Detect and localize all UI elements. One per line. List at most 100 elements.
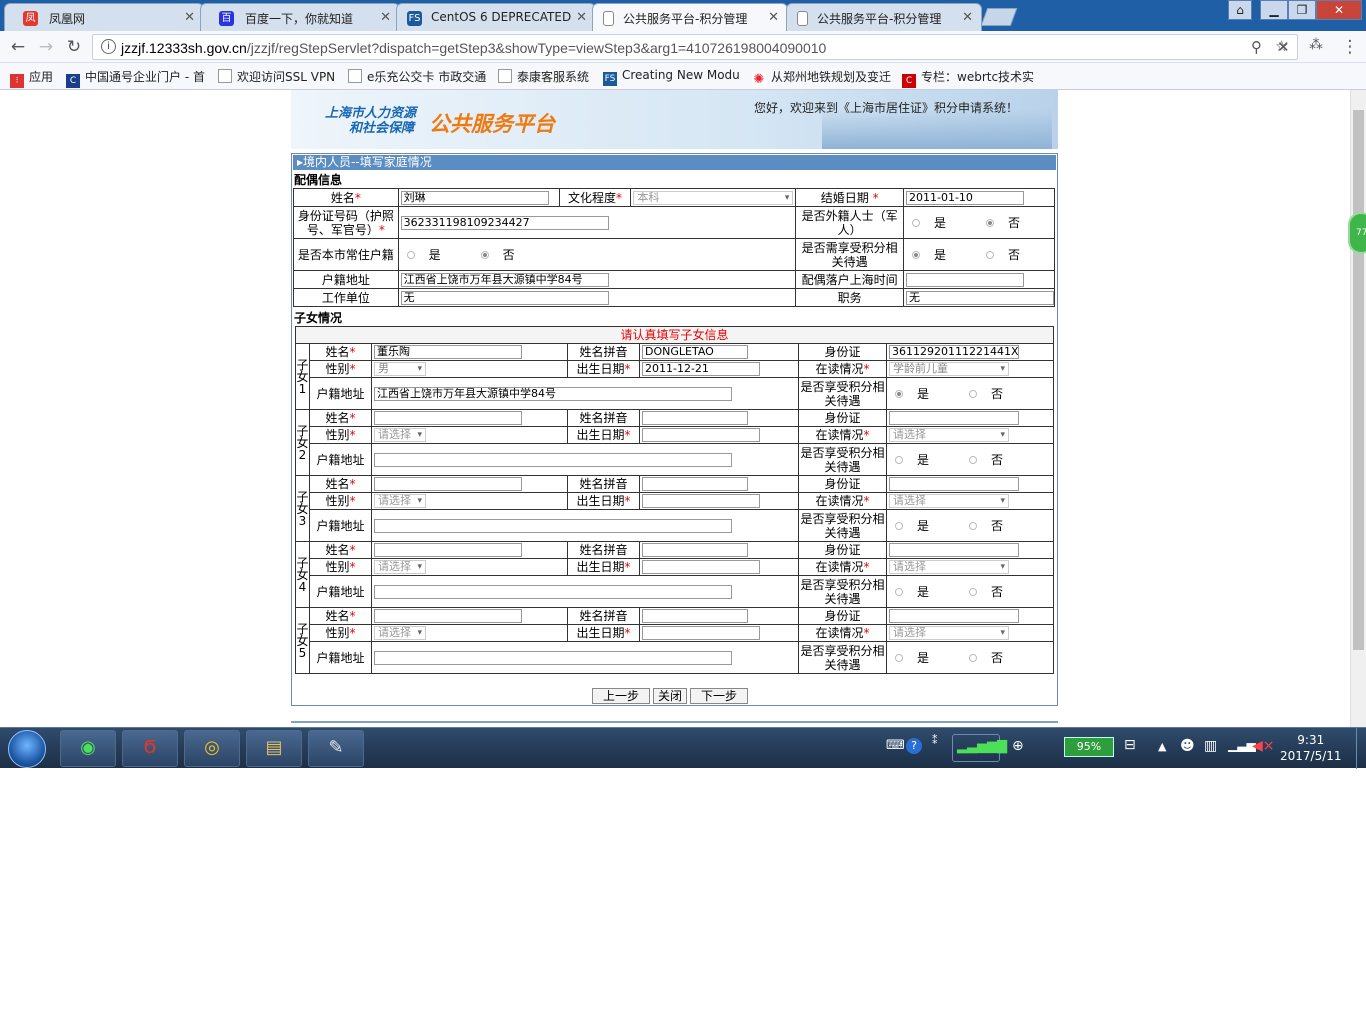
- child-benefit-yes-radio[interactable]: [895, 588, 903, 596]
- bookmark-webrtc[interactable]: C 专栏：webrtc技术实: [902, 68, 1042, 88]
- next-step-button[interactable]: 下一步: [690, 688, 749, 704]
- tray-expand-icon[interactable]: ▲: [1158, 740, 1166, 753]
- system-clock[interactable]: 9:31 2017/5/11: [1280, 732, 1342, 764]
- child-benefit-no-radio[interactable]: [969, 456, 978, 464]
- spouse-settle-field[interactable]: [906, 272, 1024, 287]
- child-birth-field[interactable]: [642, 428, 760, 443]
- resident-yes-radio[interactable]: [406, 251, 415, 259]
- bookmark-crsc[interactable]: C 中国通号企业门户 - 首: [66, 68, 206, 88]
- extension-icon[interactable]: ⁂: [1306, 37, 1326, 53]
- info-icon[interactable]: i: [101, 39, 116, 54]
- child-benefit-no-radio[interactable]: [969, 588, 978, 596]
- child-birth-field[interactable]: [642, 494, 760, 509]
- child-hukou-field[interactable]: [374, 584, 732, 599]
- spouse-name-field[interactable]: 刘琳: [400, 190, 549, 205]
- child-id-field[interactable]: [889, 543, 1019, 558]
- child-name-field[interactable]: [374, 477, 522, 492]
- power-plug-icon[interactable]: ⊟: [1124, 737, 1136, 753]
- bookmark-taikang[interactable]: 泰康客服系统: [498, 68, 598, 85]
- close-icon[interactable]: ✕: [962, 10, 973, 25]
- child-pinyin-field[interactable]: [642, 477, 748, 492]
- floating-badge[interactable]: 77: [1348, 212, 1366, 254]
- spouse-edu-select[interactable]: 本科: [633, 190, 794, 205]
- child-hukou-field[interactable]: [374, 650, 732, 665]
- tab-centos[interactable]: FS CentOS 6 DEPRECATED ✕: [396, 3, 596, 31]
- app-red-icon[interactable]: Ϭ: [122, 730, 178, 767]
- child-name-field[interactable]: [374, 411, 522, 426]
- child-id-field[interactable]: [889, 477, 1019, 492]
- child-hukou-field[interactable]: 江西省上饶市万年县大源镇中学84号: [374, 386, 732, 401]
- bookmark-zhengzhou[interactable]: ✺ 从郑州地铁规划及变迁: [752, 68, 892, 87]
- spouse-id-field[interactable]: 362331198109234427: [400, 215, 609, 230]
- child-gender-select[interactable]: 请选择: [374, 626, 426, 641]
- child-birth-field[interactable]: [642, 626, 760, 641]
- bookmark-star-icon[interactable]: ☆: [1275, 37, 1288, 55]
- child-benefit-no-radio[interactable]: [969, 390, 978, 398]
- show-desktop-button[interactable]: [1356, 728, 1366, 769]
- close-icon[interactable]: ✕: [768, 10, 779, 25]
- child-gender-select[interactable]: 请选择: [374, 494, 426, 509]
- child-school-select[interactable]: 学龄前儿童: [889, 362, 1009, 377]
- child-hukou-field[interactable]: [374, 452, 732, 467]
- child-school-select[interactable]: 请选择: [889, 428, 1009, 443]
- close-button[interactable]: 关闭: [653, 688, 688, 704]
- bookmark-creating[interactable]: FS Creating New Modu: [603, 68, 741, 86]
- foreign-no-radio[interactable]: [986, 219, 995, 227]
- help-icon[interactable]: ?: [906, 738, 922, 754]
- spouse-benefit-no-radio[interactable]: [986, 251, 995, 259]
- child-id-field[interactable]: [889, 609, 1019, 624]
- foreign-yes-radio[interactable]: [912, 219, 920, 227]
- child-benefit-no-radio[interactable]: [969, 654, 978, 662]
- child-pinyin-field[interactable]: DONGLETAO: [642, 345, 748, 360]
- bookmark-vpn[interactable]: 欢迎访问SSL VPN: [218, 68, 342, 85]
- child-pinyin-field[interactable]: [642, 411, 748, 426]
- qq-icon[interactable]: ☻: [1180, 738, 1195, 754]
- battery-indicator[interactable]: 95%: [1064, 737, 1114, 757]
- spouse-benefit-yes-radio[interactable]: [912, 251, 920, 259]
- child-name-field[interactable]: 董乐陶: [374, 345, 522, 360]
- bookmark-elechong[interactable]: e乐充公交卡 市政交通: [348, 68, 488, 85]
- spouse-hukou-field[interactable]: 江西省上饶市万年县大源镇中学84号: [400, 272, 609, 287]
- address-bar[interactable]: i jzzjf.12333sh.gov.cn/jzzjf/regStepServ…: [92, 34, 1298, 60]
- child-hukou-field[interactable]: [374, 518, 732, 533]
- close-icon[interactable]: ✕: [184, 10, 195, 25]
- tab-ifeng[interactable]: 凤凤凰网 ✕: [4, 3, 204, 31]
- ime-icon[interactable]: ⌨: [886, 738, 905, 753]
- settings-tray-icon[interactable]: ⁑: [932, 734, 938, 747]
- reload-icon[interactable]: ↻: [64, 37, 84, 57]
- child-benefit-no-radio[interactable]: [969, 522, 978, 530]
- folder-icon[interactable]: ▤: [246, 730, 302, 767]
- scroll-thumb[interactable]: [1353, 110, 1364, 650]
- spouse-duty-field[interactable]: 无: [906, 290, 1054, 305]
- wechat-icon[interactable]: ◉: [60, 730, 116, 767]
- menu-icon[interactable]: ⋮: [1340, 37, 1360, 57]
- child-id-field[interactable]: [889, 411, 1019, 426]
- child-id-field[interactable]: 36112920111221441X: [889, 345, 1019, 360]
- new-tab-button[interactable]: [980, 8, 1018, 26]
- zoom-icon[interactable]: ⚲: [1251, 38, 1262, 56]
- start-button[interactable]: [8, 730, 46, 768]
- close-icon[interactable]: ✕: [380, 10, 391, 25]
- user-icon[interactable]: ⌂: [1228, 0, 1252, 20]
- maximize-button[interactable]: ❐: [1288, 0, 1316, 20]
- volume-muted-icon[interactable]: ◀×: [1252, 738, 1275, 754]
- child-gender-select[interactable]: 男: [374, 362, 426, 377]
- prev-step-button[interactable]: 上一步: [592, 688, 651, 704]
- window-close-button[interactable]: ✕: [1316, 0, 1362, 20]
- child-benefit-yes-radio[interactable]: [895, 654, 903, 662]
- child-pinyin-field[interactable]: [642, 609, 748, 624]
- paint-icon[interactable]: ✎: [308, 730, 364, 767]
- vertical-scrollbar[interactable]: [1350, 90, 1366, 727]
- child-benefit-yes-radio[interactable]: [895, 522, 903, 530]
- spouse-marry-field[interactable]: 2011-01-10: [906, 190, 1024, 205]
- chrome-icon[interactable]: ◎: [184, 730, 240, 767]
- signal-bars-icon[interactable]: ▂▃▅▆▇: [952, 734, 1007, 762]
- spouse-work-field[interactable]: 无: [400, 290, 609, 305]
- child-name-field[interactable]: [374, 543, 522, 558]
- bookmark-apps[interactable]: ⁝ 应用: [10, 68, 53, 88]
- wireless-icon[interactable]: ⊕: [1012, 738, 1024, 754]
- close-icon[interactable]: ✕: [576, 10, 587, 25]
- back-arrow-icon[interactable]: ←: [8, 37, 28, 57]
- tab-baidu[interactable]: 百百度一下，你就知道 ✕: [200, 3, 400, 31]
- child-school-select[interactable]: 请选择: [889, 494, 1009, 509]
